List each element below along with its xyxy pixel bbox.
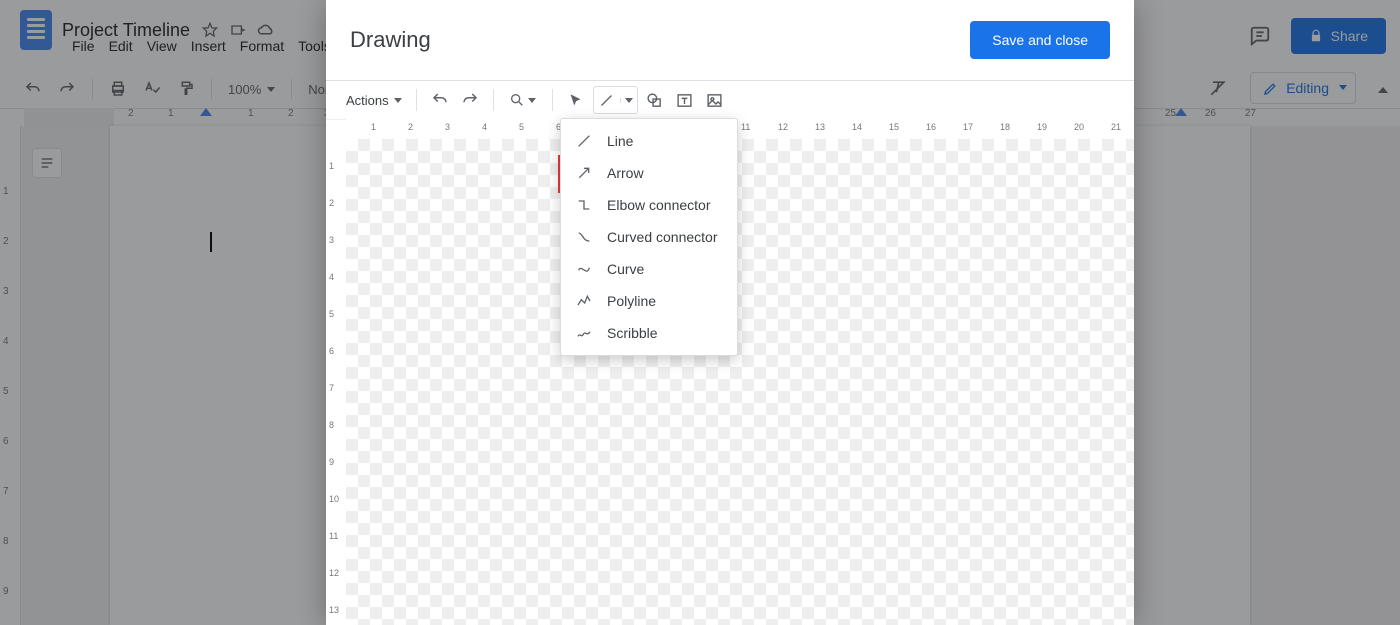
ruler-tick: 13 [815,122,825,132]
chevron-down-icon [625,98,633,103]
line-menu-item-label: Polyline [607,293,656,309]
ruler-tick: 1 [371,122,376,132]
curved-conn-icon [575,229,593,245]
line-tool-button[interactable] [593,86,638,114]
line-menu-item-label: Curve [607,261,644,277]
drawing-canvas[interactable] [346,139,1134,625]
drawing-toolbar: Actions [326,81,1134,120]
ruler-tick: 3 [329,235,334,245]
curve-icon [575,261,593,277]
ruler-tick: 10 [329,494,339,504]
ruler-tick: 7 [329,383,334,393]
line-menu-item-curved-connector[interactable]: Curved connector [561,221,737,253]
ruler-tick: 12 [778,122,788,132]
actions-menu-button[interactable]: Actions [342,86,406,114]
ruler-tick: 2 [329,198,334,208]
line-tool-menu: Line Arrow Elbow connector Curved connector… [560,118,738,356]
drawing-h-ruler: 123456789101112131415161718192021 [346,119,1134,140]
ruler-tick: 17 [963,122,973,132]
ruler-tick: 11 [741,122,750,132]
ruler-tick: 5 [519,122,524,132]
drawing-v-ruler: 12345678910111213 [326,139,347,625]
ruler-tick: 3 [445,122,450,132]
line-menu-item-line[interactable]: Line [561,125,737,157]
image-tool-button[interactable] [702,86,728,114]
line-menu-item-label: Arrow [607,165,644,181]
drawing-dialog-title: Drawing [350,27,431,53]
ruler-tick: 4 [329,272,334,282]
line-menu-item-arrow[interactable]: Arrow [561,157,737,189]
chevron-down-icon [528,98,536,103]
line-menu-item-label: Curved connector [607,229,718,245]
arrow-icon [575,165,593,181]
redo-button[interactable] [457,86,483,114]
polyline-icon [575,293,593,309]
shape-tool-button[interactable] [642,86,668,114]
ruler-tick: 14 [852,122,862,132]
ruler-tick: 9 [329,457,334,467]
ruler-tick: 21 [1111,122,1121,132]
separator [552,89,553,111]
line-menu-item-elbow-connector[interactable]: Elbow connector [561,189,737,221]
line-menu-item-scribble[interactable]: Scribble [561,317,737,349]
ruler-tick: 2 [408,122,413,132]
zoom-button[interactable] [504,86,542,114]
ruler-tick: 19 [1037,122,1047,132]
ruler-tick: 11 [329,531,338,541]
ruler-tick: 16 [926,122,936,132]
elbow-icon [575,197,593,213]
separator [493,89,494,111]
ruler-tick: 5 [329,309,334,319]
chevron-down-icon [394,98,402,103]
line-tool-main[interactable] [594,93,620,108]
ruler-tick: 12 [329,568,339,578]
ruler-tick: 20 [1074,122,1084,132]
ruler-tick: 8 [329,420,334,430]
ruler-tick: 1 [329,161,334,171]
undo-button[interactable] [427,86,453,114]
line-icon [575,133,593,149]
line-menu-item-label: Line [607,133,633,149]
drawing-dialog-header: Drawing Save and close [326,0,1134,81]
scribble-icon [575,325,593,341]
separator [416,89,417,111]
textbox-tool-button[interactable] [672,86,698,114]
line-menu-item-label: Elbow connector [607,197,711,213]
save-and-close-button[interactable]: Save and close [970,21,1110,59]
select-tool-button[interactable] [563,86,589,114]
ruler-tick: 15 [889,122,899,132]
ruler-tick: 6 [329,346,334,356]
line-menu-item-label: Scribble [607,325,658,341]
ruler-tick: 4 [482,122,487,132]
line-menu-item-curve[interactable]: Curve [561,253,737,285]
line-tool-dropdown[interactable] [620,98,637,103]
line-menu-item-polyline[interactable]: Polyline [561,285,737,317]
ruler-tick: 13 [329,605,339,615]
ruler-tick: 18 [1000,122,1010,132]
